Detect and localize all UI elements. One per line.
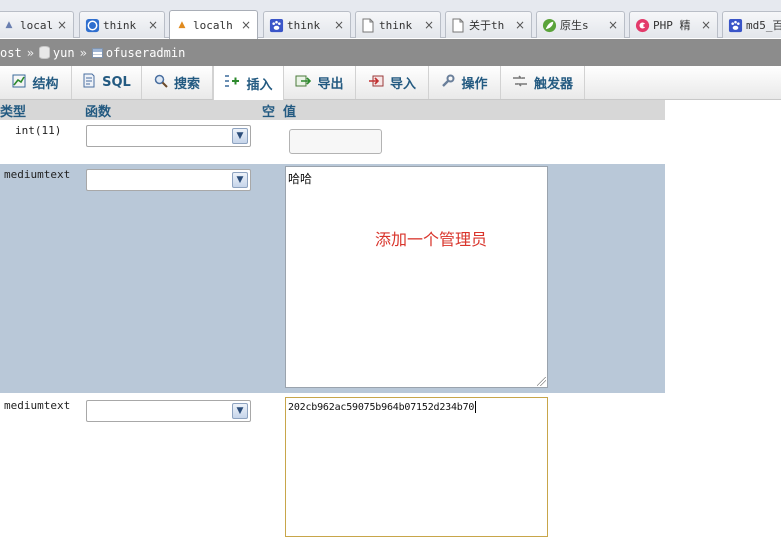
tab-label: 关于th: [469, 19, 505, 32]
close-icon[interactable]: ×: [513, 18, 527, 32]
breadcrumb-database[interactable]: yun: [38, 45, 75, 60]
column-type: mediumtext: [4, 168, 71, 181]
value-text: 哈哈: [288, 172, 313, 186]
table-icon: [91, 47, 103, 58]
browser-tab-4[interactable]: think ×: [263, 11, 351, 38]
wrench-icon: [441, 74, 455, 92]
browser-tab-7[interactable]: 原生s ×: [536, 11, 625, 38]
database-icon: [38, 46, 50, 59]
tab-label: think: [287, 18, 321, 32]
breadcrumb: ost » yun » ofuseradmin: [0, 39, 781, 66]
paw-icon: [268, 17, 284, 33]
tab-label: PHP 精: [653, 19, 691, 32]
leaf-icon: [541, 17, 557, 33]
tab-export[interactable]: 导出: [284, 66, 356, 99]
table-row: int(11) ▼: [0, 120, 665, 164]
tab-label: 导出: [317, 77, 344, 92]
page-icon: [360, 17, 376, 33]
breadcrumb-separator: »: [26, 45, 34, 60]
sql-icon: [82, 73, 96, 92]
column-type: int(11): [15, 124, 62, 137]
pma-icon: ▲: [5, 20, 13, 30]
tab-label: localh: [193, 18, 233, 32]
browser-tab-1[interactable]: ▲ localh ×: [0, 11, 74, 38]
chevron-down-icon: ▼: [232, 172, 248, 188]
export-icon: [295, 74, 312, 92]
breadcrumb-host[interactable]: ost: [0, 46, 22, 60]
column-type: mediumtext: [4, 399, 71, 412]
tab-search[interactable]: 搜索: [142, 66, 213, 99]
database-name: yun: [52, 45, 75, 60]
table-toolbar: 结构 SQL 搜索 插入 导出 导入 操作 触发器: [0, 66, 781, 100]
table-name: ofuseradmin: [105, 45, 186, 60]
close-icon[interactable]: ×: [699, 18, 713, 32]
tab-operations[interactable]: 操作: [429, 66, 501, 99]
close-icon[interactable]: ×: [422, 18, 436, 32]
tab-label: 搜索: [173, 77, 200, 92]
table-row: mediumtext ▼ 202cb962ac59075b964b07152d2…: [0, 393, 665, 537]
table-row: mediumtext ▼ 哈哈 添加一个管理员: [0, 164, 665, 393]
page-icon: [450, 17, 466, 33]
insert-icon: [224, 74, 240, 92]
chevron-down-icon: ▼: [232, 403, 248, 419]
tab-triggers[interactable]: 触发器: [501, 66, 585, 99]
browser-tab-9[interactable]: md5_百: [722, 11, 781, 38]
header-type: 类型: [0, 105, 27, 120]
tab-label: md5_百: [746, 19, 781, 32]
browser-tab-8[interactable]: PHP 精 ×: [629, 11, 718, 38]
search-icon: [154, 74, 168, 92]
tab-label: think: [379, 18, 413, 32]
close-icon[interactable]: ×: [146, 18, 160, 32]
tab-label: SQL: [102, 75, 131, 90]
browser-tab-strip: ▲ localh × think × ▲ localh × think × th…: [0, 0, 781, 39]
tab-label: 结构: [32, 77, 59, 92]
value-input[interactable]: [289, 129, 382, 154]
function-select[interactable]: ▼: [86, 125, 251, 147]
browser-tab-5[interactable]: think ×: [355, 11, 441, 38]
browser-tab-3[interactable]: ▲ localh ×: [169, 10, 258, 39]
tab-label: 导入: [389, 77, 416, 92]
tab-label: 操作: [461, 77, 488, 92]
breadcrumb-table[interactable]: ofuseradmin: [91, 45, 186, 60]
tab-insert[interactable]: 插入: [213, 66, 284, 100]
header-function: 函数: [85, 105, 112, 120]
tab-import[interactable]: 导入: [356, 66, 429, 99]
tab-label: 触发器: [533, 77, 573, 92]
header-null: 空: [262, 105, 276, 120]
close-icon[interactable]: ×: [332, 18, 346, 32]
red-c-icon: [634, 17, 650, 33]
breadcrumb-separator: »: [79, 45, 87, 60]
close-icon[interactable]: ×: [606, 18, 620, 32]
tab-structure[interactable]: 结构: [0, 66, 72, 99]
structure-icon: [12, 74, 26, 92]
tab-sql[interactable]: SQL: [72, 66, 142, 99]
value-text: 202cb962ac59075b964b07152d234b70: [288, 402, 475, 413]
value-textarea[interactable]: 哈哈: [285, 166, 548, 388]
tab-label: think: [103, 18, 137, 32]
insert-grid-header: 类型 函数 空 值: [0, 100, 665, 120]
annotation-text: 添加一个管理员: [375, 230, 488, 249]
tab-label: localh: [20, 18, 53, 32]
paw-icon: [727, 17, 743, 33]
tab-label: 原生s: [560, 19, 589, 32]
resize-handle-icon[interactable]: [537, 377, 546, 386]
tab-label: 插入: [246, 77, 273, 93]
text-caret: [475, 401, 477, 413]
trigger-icon: [512, 74, 528, 91]
pma-icon: ▲: [178, 20, 186, 30]
function-select[interactable]: ▼: [86, 400, 251, 422]
close-icon[interactable]: ×: [239, 18, 253, 32]
import-icon: [368, 74, 384, 92]
chevron-down-icon: ▼: [232, 128, 248, 144]
globe-icon: [84, 17, 100, 33]
close-icon[interactable]: ×: [55, 18, 69, 32]
function-select[interactable]: ▼: [86, 169, 251, 191]
header-value: 值: [283, 105, 297, 120]
browser-tab-6[interactable]: 关于th ×: [445, 11, 532, 38]
value-textarea[interactable]: 202cb962ac59075b964b07152d234b70: [285, 397, 548, 537]
browser-tab-2[interactable]: think ×: [79, 11, 165, 38]
